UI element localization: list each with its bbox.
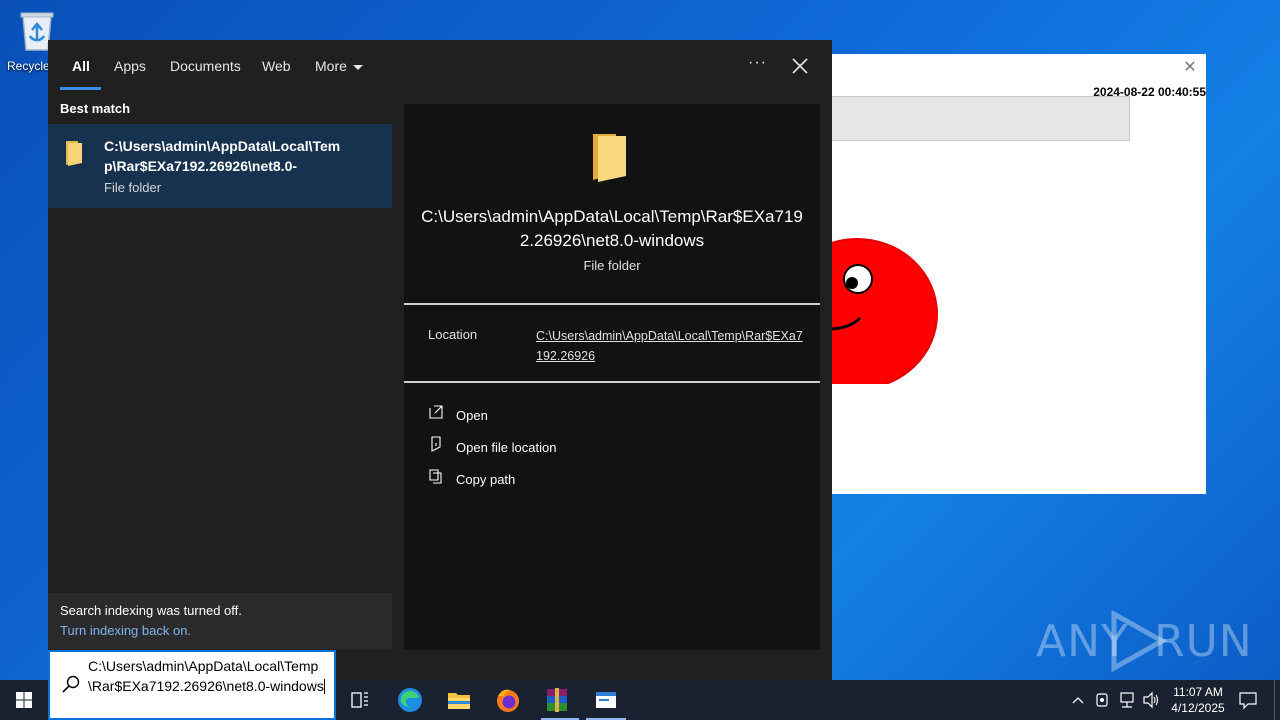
app-input-bar[interactable] <box>832 96 1130 141</box>
show-desktop-button[interactable] <box>1274 680 1280 720</box>
task-view-icon[interactable] <box>344 684 376 716</box>
clock-time: 11:07 AM <box>1173 685 1223 699</box>
open-icon <box>429 405 443 419</box>
location-link[interactable]: C:\Users\admin\AppData\Local\Temp\Rar$EX… <box>536 326 804 366</box>
watermark-right: RUN <box>1154 616 1253 667</box>
red-face-graphic <box>832 238 938 384</box>
folder-large-icon <box>593 134 626 182</box>
divider <box>404 303 820 305</box>
best-match-result[interactable]: C:\Users\admin\AppData\Local\Temp\Rar$EX… <box>48 124 392 208</box>
folder-icon <box>66 141 82 166</box>
close-icon[interactable] <box>788 54 812 78</box>
winrar-icon[interactable] <box>541 684 573 716</box>
results-pane: Best match C:\Users\admin\AppData\Local\… <box>48 92 392 680</box>
network-icon[interactable] <box>1118 680 1136 720</box>
preview-title: C:\Users\admin\AppData\Local\Temp\Rar$EX… <box>421 207 803 250</box>
search-tabs: All Apps Documents Web More ··· <box>48 40 832 92</box>
tab-more-label: More <box>315 58 347 74</box>
tab-more[interactable]: More <box>315 58 363 74</box>
recycle-bin-label: Recycle <box>7 59 50 73</box>
search-query: C:\Users\admin\AppData\Local\Temp\Rar$EX… <box>88 658 324 694</box>
location-label: Location <box>428 327 478 342</box>
divider <box>404 381 820 383</box>
indexing-notice: Search indexing was turned off. Turn ind… <box>48 593 392 649</box>
chevron-down-icon <box>352 64 363 70</box>
firefox-icon[interactable] <box>492 684 524 716</box>
open-action[interactable]: Open <box>428 404 788 428</box>
turn-indexing-on-link[interactable]: Turn indexing back on. <box>60 623 191 638</box>
file-explorer-icon[interactable] <box>443 684 475 716</box>
tab-documents[interactable]: Documents <box>170 58 241 74</box>
clock[interactable]: 11:07 AM 4/12/2025 <box>1160 684 1236 716</box>
background-app-window[interactable]: ✕ 2024-08-22 00:40:55 <box>832 54 1206 494</box>
tab-all[interactable]: All <box>72 58 90 74</box>
open-file-location-action[interactable]: Open file location <box>428 436 788 460</box>
search-input[interactable]: C:\Users\admin\AppData\Local\Temp\Rar$EX… <box>48 650 336 720</box>
file-location-icon <box>431 436 441 452</box>
more-options-button[interactable]: ··· <box>748 54 767 72</box>
edge-icon[interactable] <box>394 684 426 716</box>
copy-icon <box>429 469 442 484</box>
open-file-location-label: Open file location <box>456 440 557 455</box>
anyrun-watermark: ANY RUN <box>1036 606 1252 676</box>
app-window-icon[interactable] <box>590 684 622 716</box>
volume-icon[interactable] <box>1142 680 1160 720</box>
copy-path-label: Copy path <box>456 472 516 487</box>
search-icon <box>62 675 80 693</box>
tab-web[interactable]: Web <box>262 58 291 74</box>
chevron-up-icon[interactable] <box>1070 680 1086 720</box>
search-query-text: C:\Users\admin\AppData\Local\Temp\Rar$EX… <box>88 656 328 696</box>
taskbar: C:\Users\admin\AppData\Local\Temp\Rar$EX… <box>0 650 1280 720</box>
preview-pane: C:\Users\admin\AppData\Local\Temp\Rar$EX… <box>404 104 820 650</box>
app-close-button[interactable]: ✕ <box>1180 58 1200 78</box>
clock-date: 4/12/2025 <box>1171 701 1225 715</box>
copy-path-action[interactable]: Copy path <box>428 468 788 492</box>
best-match-title: C:\Users\admin\AppData\Local\Temp\Rar$EX… <box>104 138 341 174</box>
active-tab-indicator <box>60 87 101 90</box>
tab-apps[interactable]: Apps <box>114 58 146 74</box>
search-flyout: All Apps Documents Web More ··· Best mat… <box>48 40 832 680</box>
windows-start-icon[interactable] <box>0 680 48 720</box>
meet-now-icon[interactable] <box>1094 680 1112 720</box>
indexing-message: Search indexing was turned off. <box>60 603 242 618</box>
best-match-heading: Best match <box>60 101 131 116</box>
text-caret <box>323 679 325 694</box>
preview-subtitle: File folder <box>583 258 641 273</box>
notification-icon[interactable] <box>1238 690 1258 710</box>
open-label: Open <box>456 408 488 423</box>
best-match-subtitle: File folder <box>104 180 162 195</box>
